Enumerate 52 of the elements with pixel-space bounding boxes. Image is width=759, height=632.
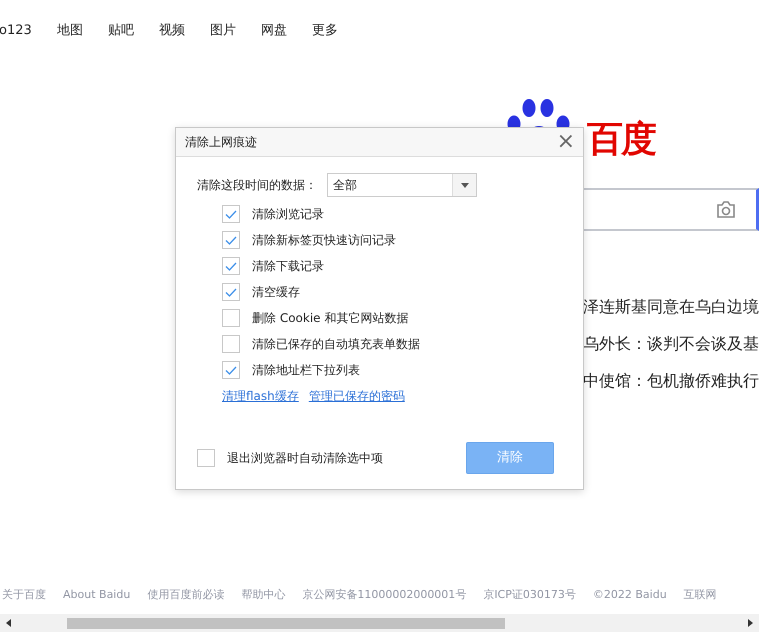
nav-link-item[interactable]: 更多 bbox=[312, 21, 338, 60]
scrollbar[interactable] bbox=[0, 614, 759, 632]
option-label: 清除已保存的自动填充表单数据 bbox=[252, 336, 420, 353]
camera-icon[interactable] bbox=[716, 201, 736, 218]
logo-text: 百度 bbox=[587, 122, 655, 158]
checkbox[interactable] bbox=[222, 309, 240, 327]
nav-link-item[interactable]: o123 bbox=[0, 21, 32, 60]
footer-link[interactable]: 京ICP证030173号 bbox=[483, 587, 576, 604]
checkbox[interactable] bbox=[222, 205, 240, 223]
checkmark-icon bbox=[225, 210, 237, 218]
checkmark-icon bbox=[225, 262, 237, 270]
option-label: 清除地址栏下拉列表 bbox=[252, 362, 360, 379]
footer-link[interactable]: ©2022 Baidu bbox=[592, 587, 667, 604]
news-headline[interactable]: 中使馆：包机撤侨难执行 bbox=[583, 371, 759, 391]
checkbox[interactable] bbox=[197, 449, 215, 467]
footer-link[interactable]: 关于百度 bbox=[2, 587, 46, 604]
footer-link[interactable]: 帮助中心 bbox=[241, 587, 286, 604]
news-headline[interactable]: 泽连斯基同意在乌白边境 bbox=[583, 297, 759, 317]
footer-link[interactable]: About Baidu bbox=[63, 587, 130, 604]
footer-link[interactable]: 京公网安备11000002000001号 bbox=[302, 587, 466, 604]
footer-link[interactable]: 互联网 bbox=[684, 587, 717, 604]
option-label: 清除下载记录 bbox=[252, 258, 324, 275]
scrollbar-thumb[interactable] bbox=[67, 618, 505, 629]
checkbox[interactable] bbox=[222, 361, 240, 379]
nav-link-item[interactable]: 地图 bbox=[56, 21, 83, 60]
caret-icon bbox=[460, 182, 468, 188]
close-button[interactable]: × bbox=[556, 131, 575, 153]
nav-link-item[interactable]: 视频 bbox=[158, 21, 185, 60]
checkmark-icon bbox=[225, 366, 237, 374]
scroll-right-icon[interactable] bbox=[745, 618, 755, 628]
checkbox[interactable] bbox=[222, 257, 240, 275]
news-headline[interactable]: 乌外长：谈判不会谈及基 bbox=[583, 334, 759, 354]
checkbox[interactable] bbox=[222, 283, 240, 301]
option-label: 清除新标签页快速访问记录 bbox=[252, 232, 396, 249]
option-label: 清空缓存 bbox=[252, 284, 300, 301]
range-label: 清除这段时间的数据： bbox=[197, 177, 317, 194]
option-label: 退出浏览器时自动清除选中项 bbox=[227, 450, 383, 467]
range-dropdown[interactable]: 全部 bbox=[327, 173, 477, 197]
nav-link-item[interactable]: 网盘 bbox=[260, 21, 287, 60]
footer-link[interactable]: 使用百度前必读 bbox=[147, 587, 224, 604]
checkmark-icon bbox=[225, 236, 237, 244]
nav-link-item[interactable]: 图片 bbox=[210, 21, 236, 60]
option-label: 删除 Cookie 和其它网站数据 bbox=[252, 310, 408, 327]
checkbox[interactable] bbox=[222, 335, 240, 353]
link[interactable]: 清理flash缓存 bbox=[222, 387, 299, 405]
dialog-title: 清除上网痕迹 bbox=[185, 134, 257, 151]
nav-link-item[interactable]: 贴吧 bbox=[108, 21, 134, 60]
option-label: 清除浏览记录 bbox=[252, 206, 324, 223]
scroll-left-icon[interactable] bbox=[4, 618, 14, 628]
checkbox[interactable] bbox=[222, 231, 240, 249]
link[interactable]: 管理已保存的密码 bbox=[308, 387, 405, 405]
checkmark-icon bbox=[225, 288, 237, 296]
